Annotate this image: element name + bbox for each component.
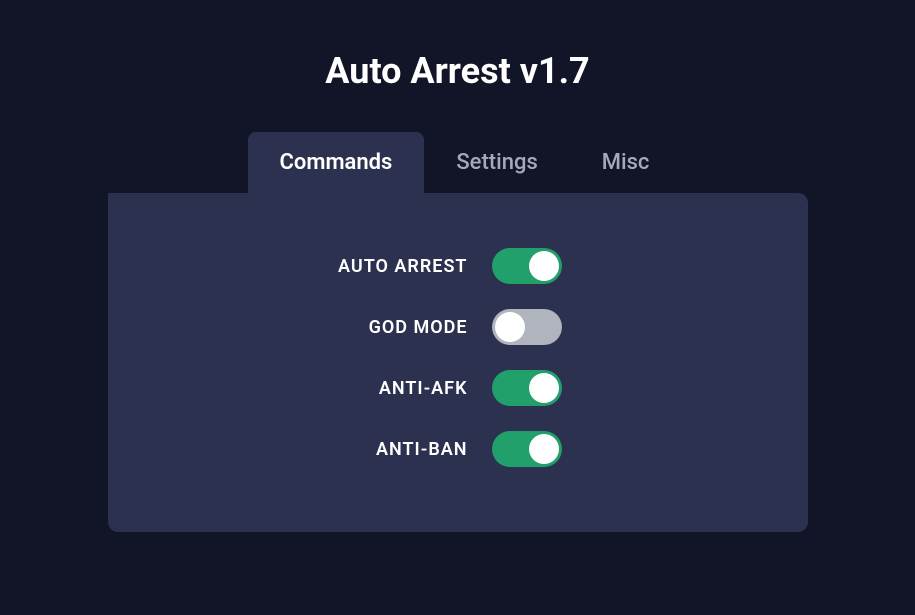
toggle-god-mode[interactable] <box>492 309 562 345</box>
commands-panel: AUTO ARREST GOD MODE ANTI-AFK ANTI-BAN <box>108 193 808 532</box>
toggle-knob <box>529 373 559 403</box>
option-god-mode: GOD MODE <box>148 309 768 345</box>
main-panel-wrapper: Commands Settings Misc AUTO ARREST GOD M… <box>108 132 808 532</box>
toggle-knob <box>529 434 559 464</box>
tab-misc[interactable]: Misc <box>570 132 682 193</box>
toggle-knob <box>495 312 525 342</box>
option-label-auto-arrest: AUTO ARREST <box>148 256 468 277</box>
toggle-anti-afk[interactable] <box>492 370 562 406</box>
tab-settings[interactable]: Settings <box>424 132 569 193</box>
option-label-anti-ban: ANTI-BAN <box>148 439 468 460</box>
option-label-anti-afk: ANTI-AFK <box>148 378 468 399</box>
toggle-knob <box>529 251 559 281</box>
option-anti-afk: ANTI-AFK <box>148 370 768 406</box>
tab-commands[interactable]: Commands <box>248 132 425 193</box>
tabs-container: Commands Settings Misc <box>248 132 682 193</box>
option-auto-arrest: AUTO ARREST <box>148 248 768 284</box>
option-anti-ban: ANTI-BAN <box>148 431 768 467</box>
toggle-auto-arrest[interactable] <box>492 248 562 284</box>
app-title: Auto Arrest v1.7 <box>325 50 589 92</box>
toggle-anti-ban[interactable] <box>492 431 562 467</box>
option-label-god-mode: GOD MODE <box>148 317 468 338</box>
